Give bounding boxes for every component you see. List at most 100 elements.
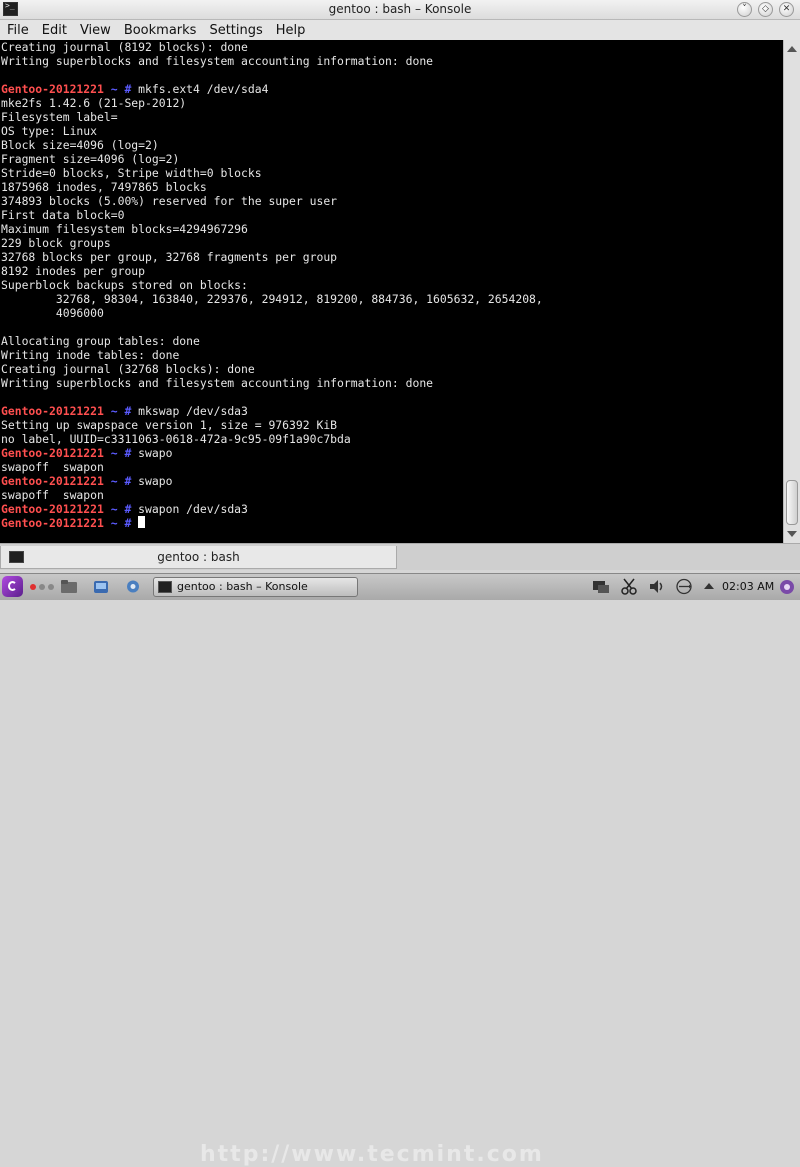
pager-dot-icon	[39, 584, 45, 590]
usb-icon[interactable]	[675, 578, 693, 595]
tab-label: gentoo : bash	[157, 550, 240, 564]
scroll-up-icon[interactable]	[787, 46, 797, 52]
scroll-thumb[interactable]	[786, 480, 798, 525]
menu-edit[interactable]: Edit	[35, 23, 73, 38]
output-line: Writing inode tables: done	[1, 348, 543, 362]
arrow-up-icon[interactable]	[700, 578, 718, 595]
output-line: no label, UUID=c3311063-0618-472a-9c95-0…	[1, 432, 543, 446]
output-text: Superblock backups stored on blocks:	[1, 278, 248, 292]
prompt-line: Gentoo-20121221 ~ # swapo	[1, 446, 543, 460]
output-line: 32768 blocks per group, 32768 fragments …	[1, 250, 543, 264]
prompt-symbol: ~ #	[103, 516, 139, 530]
output-text: Setting up swapspace version 1, size = 9…	[1, 418, 338, 432]
output-text: First data block=0	[1, 208, 125, 222]
menu-file[interactable]: File	[0, 23, 35, 38]
minimize-icon[interactable]: ˅	[737, 2, 752, 17]
menu-settings[interactable]: Settings	[202, 23, 268, 38]
tab-session[interactable]: gentoo : bash	[0, 546, 397, 569]
output-line: Writing superblocks and filesystem accou…	[1, 376, 543, 390]
prompt-symbol: ~ #	[103, 404, 139, 418]
output-line: swapoff swapon	[1, 460, 543, 474]
terminal-icon	[158, 581, 172, 593]
maximize-icon[interactable]: ◇	[758, 2, 773, 17]
output-line: mke2fs 1.42.6 (21-Sep-2012)	[1, 96, 543, 110]
command-text: swapo	[138, 474, 173, 488]
output-line: 4096000	[1, 306, 543, 320]
output-line: Filesystem label=	[1, 110, 543, 124]
output-line: 8192 inodes per group	[1, 264, 543, 278]
output-text: 1875968 inodes, 7497865 blocks	[1, 180, 207, 194]
terminal-view[interactable]: Creating journal (8192 blocks): done Writ…	[0, 40, 783, 543]
menu-bar: File Edit View Bookmarks Settings Help	[0, 20, 800, 40]
pager-dot-icon	[48, 584, 54, 590]
prompt-line: Gentoo-20121221 ~ # mkfs.ext4 /dev/sda4	[1, 82, 543, 96]
settings-icon[interactable]	[124, 578, 142, 595]
output-text: 8192 inodes per group	[1, 264, 146, 278]
command-text: mkfs.ext4 /dev/sda4	[138, 82, 269, 96]
taskbar-task-konsole[interactable]: gentoo : bash – Konsole	[153, 577, 358, 597]
task-label: gentoo : bash – Konsole	[177, 580, 308, 593]
output-text: Block size=4096 (log=2)	[1, 138, 159, 152]
output-text: Filesystem label=	[1, 110, 118, 124]
prompt-hostname: Gentoo-20121221	[1, 82, 104, 96]
terminal-output: Creating journal (8192 blocks): done Writ…	[1, 40, 543, 530]
output-line: 32768, 98304, 163840, 229376, 294912, 81…	[1, 292, 543, 306]
window-title: gentoo : bash – Konsole	[328, 2, 472, 16]
window-controls: ˅ ◇ ✕	[737, 2, 794, 17]
menu-view[interactable]: View	[73, 23, 117, 38]
output-text: Writing superblocks and filesystem accou…	[1, 376, 434, 390]
prompt-hostname: Gentoo-20121221	[1, 446, 104, 460]
file-manager-icon[interactable]	[92, 578, 110, 595]
menu-help[interactable]: Help	[269, 23, 312, 38]
output-text: 32768, 98304, 163840, 229376, 294912, 81…	[1, 292, 543, 306]
tab-bar: gentoo : bash	[0, 543, 800, 570]
output-line: Block size=4096 (log=2)	[1, 138, 543, 152]
prompt-hostname: Gentoo-20121221	[1, 516, 104, 530]
prompt-symbol: ~ #	[103, 474, 139, 488]
prompt-hostname: Gentoo-20121221	[1, 474, 104, 488]
output-text: Writing inode tables: done	[1, 348, 180, 362]
pager[interactable]	[30, 584, 54, 590]
terminal-scrollbar[interactable]	[783, 40, 800, 543]
output-line: Maximum filesystem blocks=4294967296	[1, 222, 543, 236]
output-text: mke2fs 1.42.6 (21-Sep-2012)	[1, 96, 187, 110]
prompt-symbol: ~ #	[103, 82, 139, 96]
output-text: 374893 blocks (5.00%) reserved for the s…	[1, 194, 338, 208]
output-line: Allocating group tables: done	[1, 334, 543, 348]
watermark: http://www.tecmint.com	[200, 1142, 544, 1167]
application-launcher-icon[interactable]	[2, 576, 23, 597]
panel-toolbox-icon[interactable]	[778, 578, 796, 595]
command-text: mkswap /dev/sda3	[138, 404, 248, 418]
output-text: Stride=0 blocks, Stripe width=0 blocks	[1, 166, 262, 180]
output-text: Writing superblocks and filesystem accou…	[1, 54, 434, 68]
prompt-symbol: ~ #	[103, 446, 139, 460]
output-text: no label, UUID=c3311063-0618-472a-9c95-0…	[1, 432, 351, 446]
volume-icon[interactable]	[648, 578, 666, 595]
output-text: Creating journal (32768 blocks): done	[1, 362, 255, 376]
scroll-down-icon[interactable]	[787, 531, 797, 537]
output-text: Allocating group tables: done	[1, 334, 200, 348]
window-titlebar[interactable]: gentoo : bash – Konsole ˅ ◇ ✕	[0, 0, 800, 20]
output-line: Creating journal (32768 blocks): done	[1, 362, 543, 376]
clock[interactable]: 02:03 AM	[722, 580, 774, 593]
network-icon[interactable]	[592, 578, 610, 595]
scissors-icon[interactable]	[620, 578, 638, 595]
output-text: Creating journal (8192 blocks): done	[1, 40, 248, 54]
output-text: swapoff swapon	[1, 460, 104, 474]
pager-dot-icon	[30, 584, 36, 590]
taskbar: gentoo : bash – Konsole http://www.tecmi…	[0, 573, 800, 1167]
menu-bookmarks[interactable]: Bookmarks	[117, 23, 203, 38]
output-line: swapoff swapon	[1, 488, 543, 502]
output-line: Writing superblocks and filesystem accou…	[1, 54, 543, 68]
output-line	[1, 390, 543, 404]
command-text: swapon /dev/sda3	[138, 502, 248, 516]
close-icon[interactable]: ✕	[779, 2, 794, 17]
output-text: 4096000	[1, 306, 104, 320]
output-text: 32768 blocks per group, 32768 fragments …	[1, 250, 338, 264]
output-line: 1875968 inodes, 7497865 blocks	[1, 180, 543, 194]
prompt-line: Gentoo-20121221 ~ #	[1, 516, 543, 530]
folder-icon[interactable]	[60, 578, 78, 595]
